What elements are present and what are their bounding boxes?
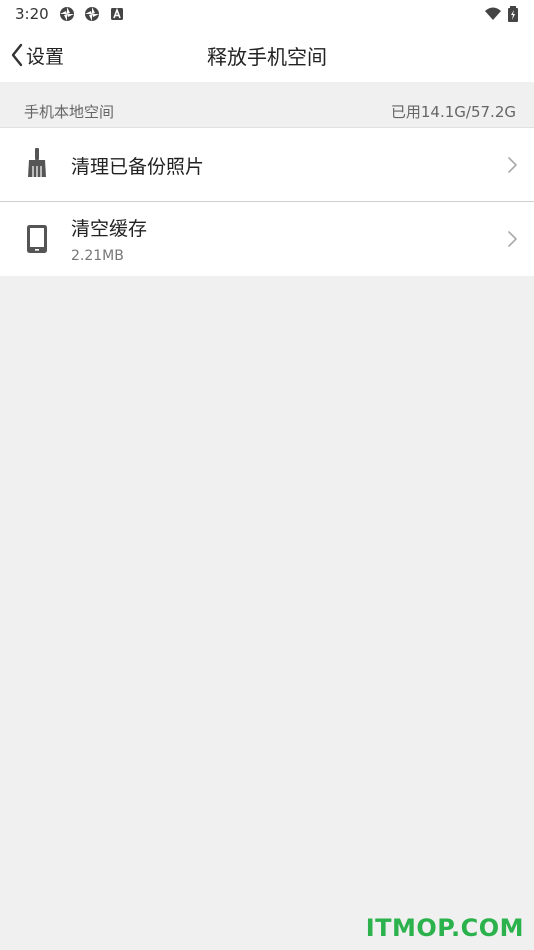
navigation-bar: 设置 释放手机空间	[0, 28, 534, 82]
notification-a-icon	[111, 7, 123, 20]
status-bar: 3:20	[0, 0, 534, 28]
storage-section-header: 手机本地空间 已用14.1G/57.2G	[0, 96, 534, 126]
chevron-right-icon	[508, 231, 517, 247]
storage-usage: 已用14.1G/57.2G	[390, 103, 516, 121]
aperture-icon	[60, 7, 74, 21]
wifi-icon	[485, 7, 501, 20]
item-title: 清空缓存	[71, 218, 148, 240]
item-title: 清理已备份照片	[71, 156, 205, 178]
watermark: ITMOP.COM	[365, 914, 524, 942]
phone-icon	[27, 225, 47, 253]
list-item-clean-backed-up-photos[interactable]: 清理已备份照片	[0, 127, 534, 202]
aperture-icon	[85, 7, 99, 21]
broom-icon	[28, 148, 46, 177]
battery-charging-icon	[508, 6, 518, 22]
page-title: 释放手机空间	[207, 45, 327, 69]
cache-size: 2.21MB	[71, 248, 124, 264]
status-time: 3:20	[15, 5, 49, 23]
chevron-right-icon	[508, 157, 517, 173]
list-item-clear-cache[interactable]: 清空缓存 2.21MB	[0, 202, 534, 276]
storage-section-label: 手机本地空间	[24, 103, 115, 121]
